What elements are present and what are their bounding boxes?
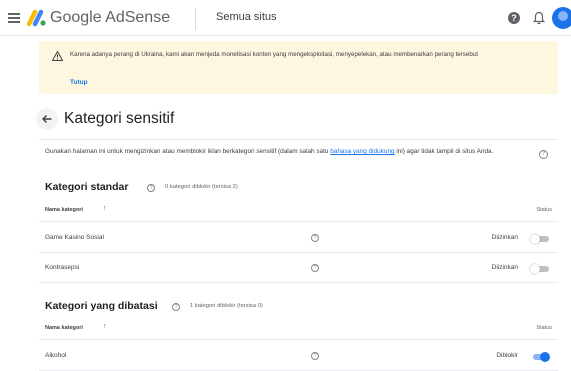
- category-name: Alkohol: [45, 352, 67, 359]
- header-divider: [195, 8, 196, 30]
- banner-message: Karena adanya perang di Ukraina, kami ak…: [70, 51, 478, 58]
- restricted-table-header: Nama kategori ↑ Status: [39, 318, 558, 340]
- top-app-bar: Google AdSense Semua situs ?: [0, 0, 571, 36]
- avatar[interactable]: [552, 7, 571, 29]
- category-name: Kontrasepsi: [45, 264, 80, 271]
- restricted-blocked-count: 1 kategori diblokir (tersisa 0): [190, 303, 263, 309]
- standard-section-title: Kategori standar: [45, 181, 129, 193]
- restricted-section-title: Kategori yang dibatasi: [45, 300, 158, 312]
- sort-arrow-icon[interactable]: ↑: [103, 323, 107, 330]
- page-description: Gunakan halaman ini untuk mengizinkan at…: [45, 147, 535, 156]
- help-icon[interactable]: ?: [172, 303, 180, 311]
- back-button[interactable]: [36, 108, 58, 130]
- help-icon[interactable]: ?: [539, 150, 548, 159]
- column-header-status: Status: [536, 325, 552, 331]
- supported-languages-link[interactable]: bahasa yang didukung: [330, 148, 394, 155]
- table-row: Kontrasepsi ? Diizinkan: [39, 253, 558, 283]
- description-text: Gunakan halaman ini untuk mengizinkan at…: [45, 148, 331, 155]
- page-title: Kategori sensitif: [64, 110, 175, 127]
- category-name: Game Kasino Sosial: [45, 234, 104, 241]
- table-row: Game Kasino Sosial ? Diizinkan: [39, 223, 558, 253]
- sort-arrow-icon[interactable]: ↑: [103, 205, 107, 212]
- column-header-status: Status: [536, 207, 552, 213]
- category-toggle[interactable]: [530, 234, 550, 244]
- standard-table-header: Nama kategori ↑ Status: [39, 200, 558, 222]
- help-icon[interactable]: ?: [311, 234, 319, 242]
- warning-icon: [52, 51, 63, 61]
- dismiss-banner-button[interactable]: Tutup: [70, 79, 88, 86]
- category-status: Diblokir: [496, 352, 518, 359]
- category-status: Diizinkan: [491, 234, 518, 241]
- notice-banner: Karena adanya perang di Ukraina, kami ak…: [39, 41, 558, 94]
- site-selector[interactable]: Semua situs: [216, 11, 277, 23]
- help-icon[interactable]: ?: [147, 184, 155, 192]
- help-icon[interactable]: ?: [311, 352, 319, 360]
- arrow-back-icon: [42, 115, 52, 123]
- product-name[interactable]: Google AdSense: [50, 9, 170, 27]
- adsense-logo-icon[interactable]: [27, 9, 47, 27]
- column-header-name[interactable]: Nama kategori: [45, 207, 83, 213]
- table-row: Alkohol ? Diblokir: [39, 341, 558, 371]
- category-status: Diizinkan: [491, 264, 518, 271]
- category-toggle[interactable]: [530, 264, 550, 274]
- divider: [39, 139, 558, 140]
- standard-blocked-count: 0 kategori diblokir (tersisa 2): [165, 184, 238, 190]
- bell-icon[interactable]: [533, 11, 545, 25]
- help-icon[interactable]: ?: [311, 264, 319, 272]
- category-toggle[interactable]: [530, 352, 550, 362]
- menu-icon[interactable]: [8, 13, 20, 23]
- column-header-name[interactable]: Nama kategori: [45, 325, 83, 331]
- description-text-end: ini) agar tidak tampil di situs Anda.: [394, 148, 494, 155]
- help-icon[interactable]: ?: [508, 12, 520, 24]
